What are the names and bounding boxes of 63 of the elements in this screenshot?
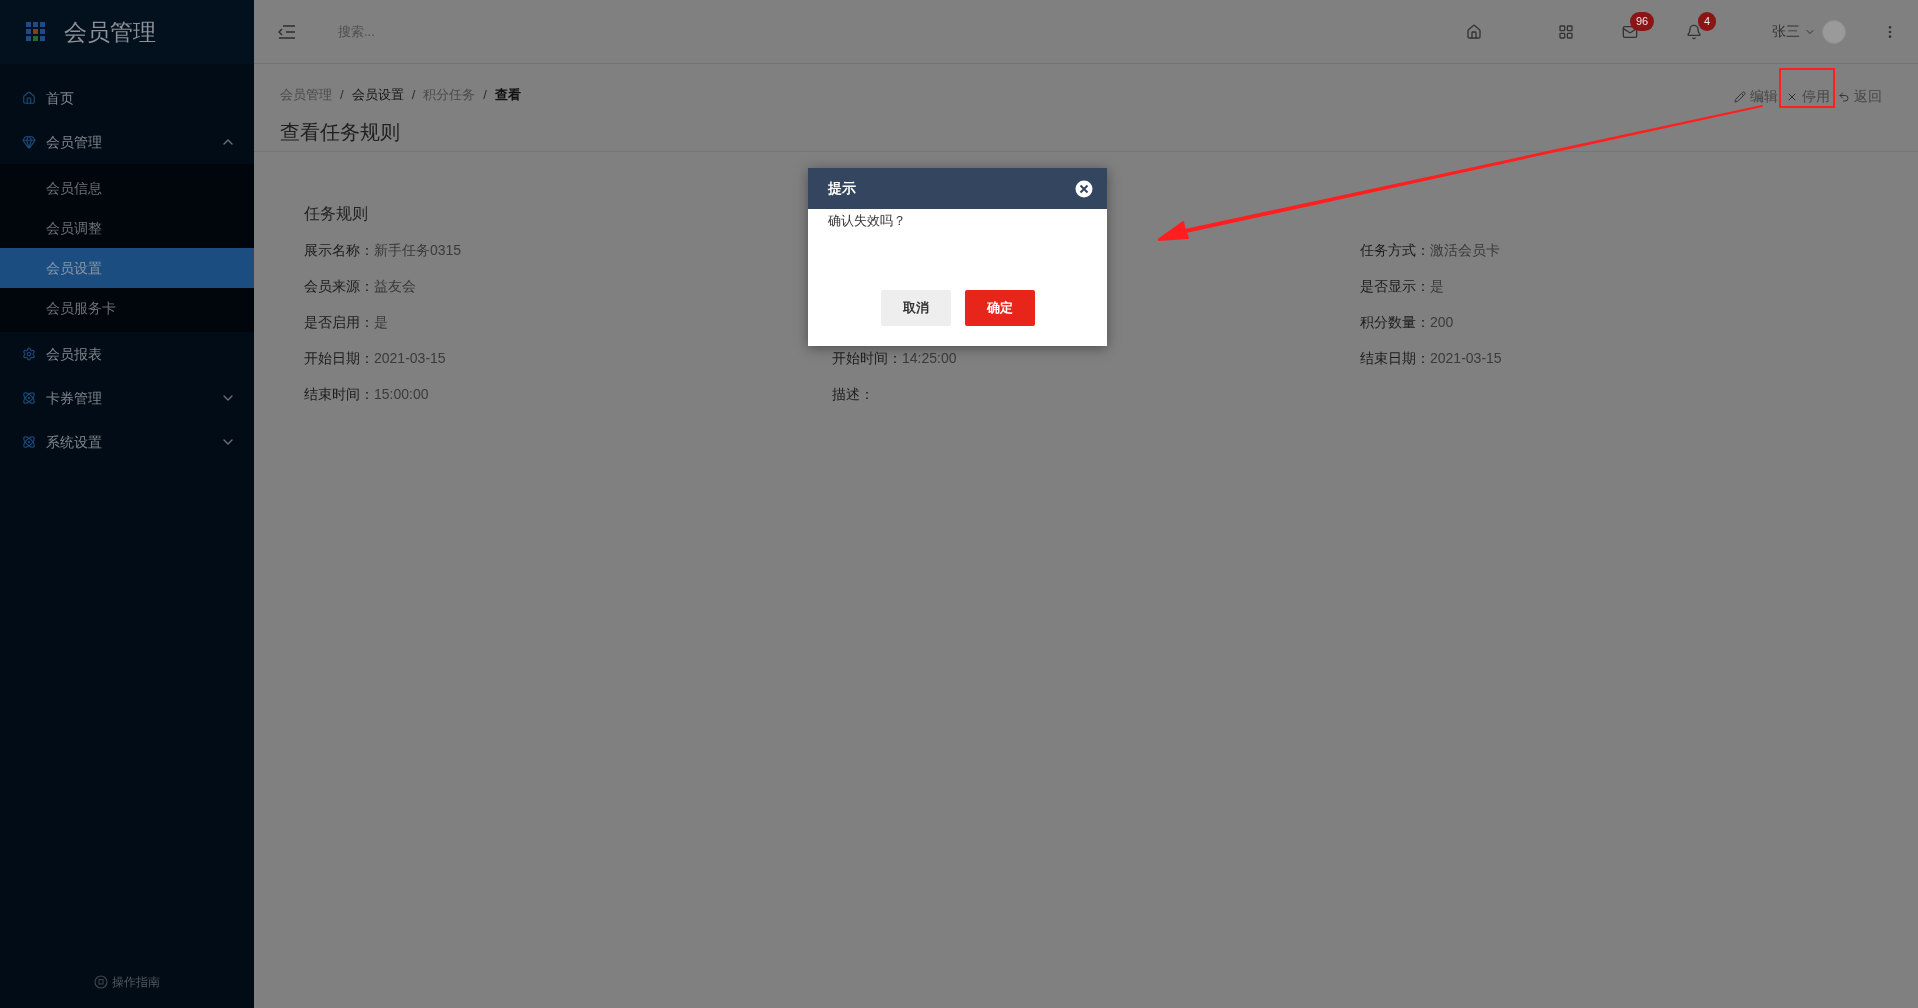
field-label: 是否启用： [304,312,374,332]
home-icon [22,91,36,105]
dialog-message: 确认失效吗？ [827,212,907,230]
field-label: 描述： [832,384,874,404]
submenu-item[interactable]: 会员调整 [0,208,254,248]
field-label: 结束时间： [304,384,374,404]
breadcrumb-separator: / [483,85,487,104]
field-label: 积分数量： [1360,312,1430,332]
submenu-item[interactable]: 会员服务卡 [0,288,254,328]
field-label: 是否显示： [1360,276,1430,296]
menu-collapse-icon[interactable] [278,23,296,40]
field-value: 是 [1430,276,1444,296]
close-icon[interactable] [1075,179,1093,198]
field-value: 2021-03-15 [1430,348,1502,368]
field-value: 是 [374,312,388,332]
action-link[interactable]: 停用 [1802,86,1830,107]
section-title: 任务规则 [304,204,368,224]
sidebar-item[interactable]: 卡券管理 [46,387,220,409]
sidebar-item[interactable]: 首页 [46,87,236,109]
notification-badge: 4 [1698,11,1717,31]
confirm-button[interactable]: 确定 [964,290,1035,326]
field-label: 任务方式： [1360,240,1430,260]
sidebar-item[interactable]: 会员报表 [46,343,236,365]
breadcrumb-separator: / [411,85,416,104]
field-value: 新手任务0315 [374,240,462,260]
app-title: 会员管理 [64,17,156,47]
atom-icon [22,391,36,405]
pencil-icon [1734,90,1746,103]
gear-icon [22,347,36,361]
field-value: 激活会员卡 [1430,240,1500,260]
grid-icon[interactable] [1558,23,1574,40]
highlight-frame [1779,68,1835,108]
atom-icon [22,435,36,449]
field-value: 200 [1430,312,1454,332]
breadcrumb-item[interactable]: 查看 [494,84,521,105]
cancel-button[interactable]: 取消 [880,290,951,326]
user-name[interactable]: 张三 [1772,21,1800,42]
field-value: 15:00:00 [374,384,429,404]
field-label: 结束日期： [1360,348,1430,368]
bell-icon[interactable] [1686,23,1702,40]
grid-logo-icon [26,22,46,42]
sidebar-item[interactable]: 系统设置 [46,431,220,453]
field-label: 展示名称： [304,240,374,260]
breadcrumb-item[interactable]: 会员设置 [351,84,404,105]
mail-badge: 96 [1630,11,1655,31]
submenu-item[interactable]: 会员信息 [0,168,254,208]
page-title: 查看任务规则 [280,120,401,145]
gem-icon [22,135,36,149]
breadcrumb-separator: / [340,85,344,104]
sidebar-item[interactable]: 会员管理 [46,131,220,153]
field-value: 益友会 [374,276,416,296]
field-value: 14:25:00 [902,348,957,368]
field-label: 会员来源： [304,276,374,296]
undo-icon [1838,90,1850,103]
guide-icon [94,975,108,989]
action-link[interactable]: 编辑 [1750,86,1778,107]
field-label: 开始时间： [832,348,902,368]
field-label: 开始日期： [304,348,374,368]
submenu-item[interactable]: 会员设置 [0,248,254,288]
dialog-title: 提示 [828,179,856,198]
guide-link[interactable]: 操作指南 [112,973,160,991]
home-icon[interactable] [1466,23,1482,40]
field-value: 2021-03-15 [374,348,446,368]
